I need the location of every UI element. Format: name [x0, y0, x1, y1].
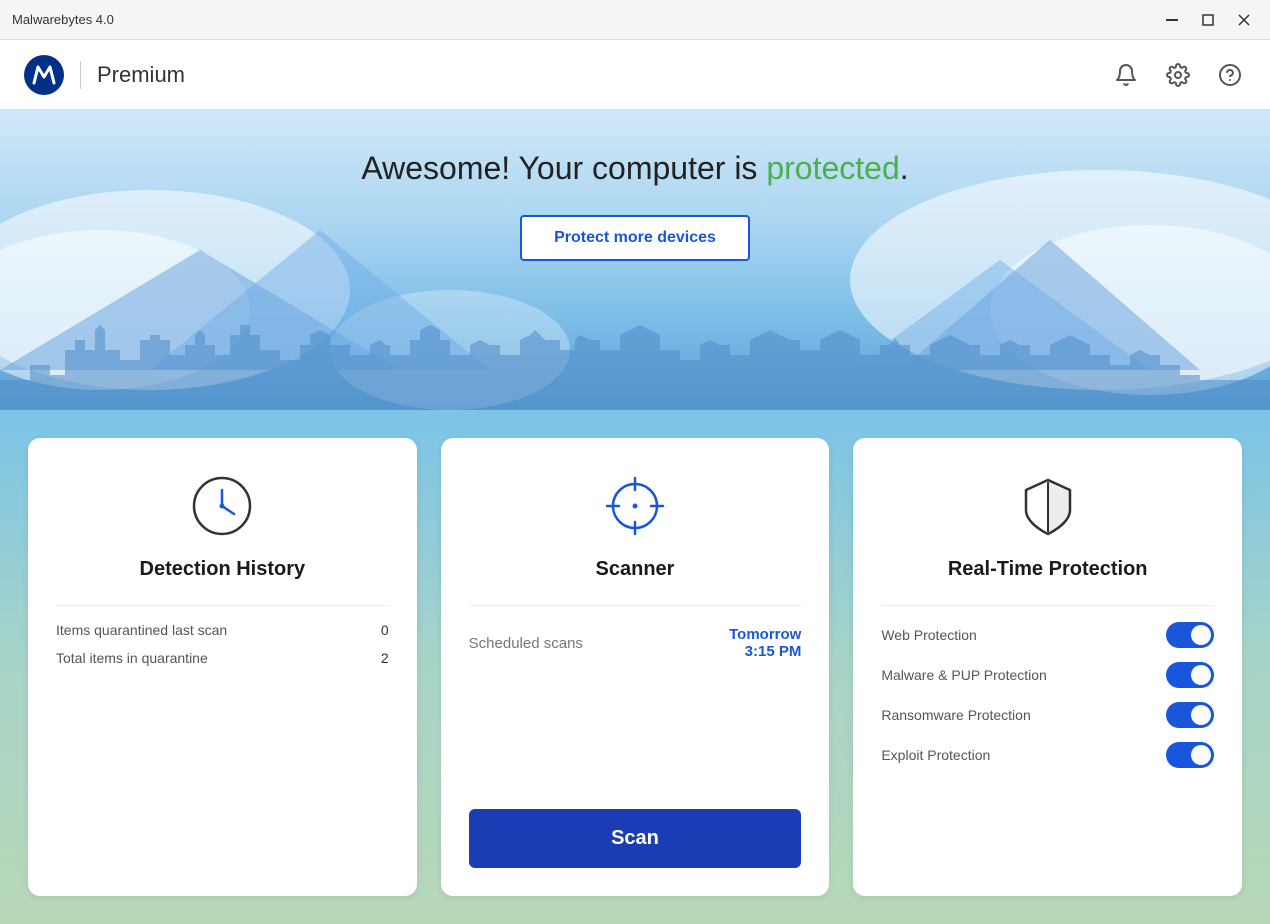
app-name: Premium [97, 62, 185, 88]
scanner-title: Scanner [469, 558, 802, 581]
total-quarantine-value: 2 [381, 650, 389, 666]
ransomware-row: Ransomware Protection [881, 702, 1214, 728]
app-header: Premium [0, 40, 1270, 110]
malware-pup-toggle[interactable] [1166, 662, 1214, 688]
total-quarantine-label: Total items in quarantine [56, 650, 208, 666]
ransomware-label: Ransomware Protection [881, 707, 1030, 723]
close-button[interactable] [1230, 6, 1258, 34]
logo-area: Premium [24, 55, 185, 95]
detection-history-card: Detection History Items quarantined last… [28, 438, 417, 896]
cityscape [0, 290, 1270, 410]
window-controls [1158, 6, 1258, 34]
malware-pup-row: Malware & PUP Protection [881, 662, 1214, 688]
minimize-button[interactable] [1158, 6, 1186, 34]
quarantine-last-scan-value: 0 [381, 622, 389, 638]
headline-prefix: Awesome! Your computer is [361, 150, 766, 186]
ransomware-toggle[interactable] [1166, 702, 1214, 728]
notification-button[interactable] [1110, 59, 1142, 91]
shield-icon [1012, 470, 1084, 542]
crosshair-icon [599, 470, 671, 542]
scheduled-scans-label: Scheduled scans [469, 635, 583, 652]
protect-more-devices-button[interactable]: Protect more devices [520, 215, 750, 261]
help-circle-icon [1218, 63, 1242, 87]
detection-history-title: Detection History [56, 558, 389, 581]
web-protection-label: Web Protection [881, 627, 976, 643]
scan-button[interactable]: Scan [469, 809, 802, 868]
realtime-protection-title: Real-Time Protection [881, 558, 1214, 581]
exploit-row: Exploit Protection [881, 742, 1214, 768]
scanner-card: Scanner Scheduled scans Tomorrow3:15 PM … [441, 438, 830, 896]
card-divider-1 [56, 605, 389, 606]
bell-icon [1114, 63, 1138, 87]
title-bar: Malwarebytes 4.0 [0, 0, 1270, 40]
gear-icon [1166, 63, 1190, 87]
settings-button[interactable] [1162, 59, 1194, 91]
quarantine-last-scan-label: Items quarantined last scan [56, 622, 227, 638]
card-divider-2 [469, 605, 802, 606]
scanner-content: Scheduled scans Tomorrow3:15 PM Scan [469, 626, 802, 868]
maximize-button[interactable] [1194, 6, 1222, 34]
header-icons [1110, 59, 1246, 91]
protection-list: Web Protection Malware & PUP Protection … [881, 622, 1214, 782]
total-quarantine-row: Total items in quarantine 2 [56, 650, 389, 666]
lower-section: Detection History Items quarantined last… [0, 410, 1270, 924]
web-protection-toggle[interactable] [1166, 622, 1214, 648]
scheduled-scans-row: Scheduled scans Tomorrow3:15 PM [469, 626, 802, 660]
exploit-label: Exploit Protection [881, 747, 990, 763]
hero-headline: Awesome! Your computer is protected. [361, 150, 908, 187]
web-protection-row: Web Protection [881, 622, 1214, 648]
card-divider-3 [881, 605, 1214, 606]
quarantine-last-scan-row: Items quarantined last scan 0 [56, 622, 389, 638]
shield-icon-area [881, 470, 1214, 542]
hero-section: Awesome! Your computer is protected. Pro… [0, 110, 1270, 410]
headline-suffix: . [900, 150, 909, 186]
logo-divider [80, 61, 81, 89]
headline-protected: protected [766, 150, 899, 186]
clock-icon [186, 470, 258, 542]
card-icon-area [56, 470, 389, 542]
realtime-protection-card: Real-Time Protection Web Protection Malw… [853, 438, 1242, 896]
help-button[interactable] [1214, 59, 1246, 91]
scanner-icon-area [469, 470, 802, 542]
malwarebytes-logo [24, 55, 64, 95]
exploit-toggle[interactable] [1166, 742, 1214, 768]
app-title: Malwarebytes 4.0 [12, 12, 114, 27]
malware-pup-label: Malware & PUP Protection [881, 667, 1046, 683]
scheduled-time-value: Tomorrow3:15 PM [729, 626, 801, 660]
